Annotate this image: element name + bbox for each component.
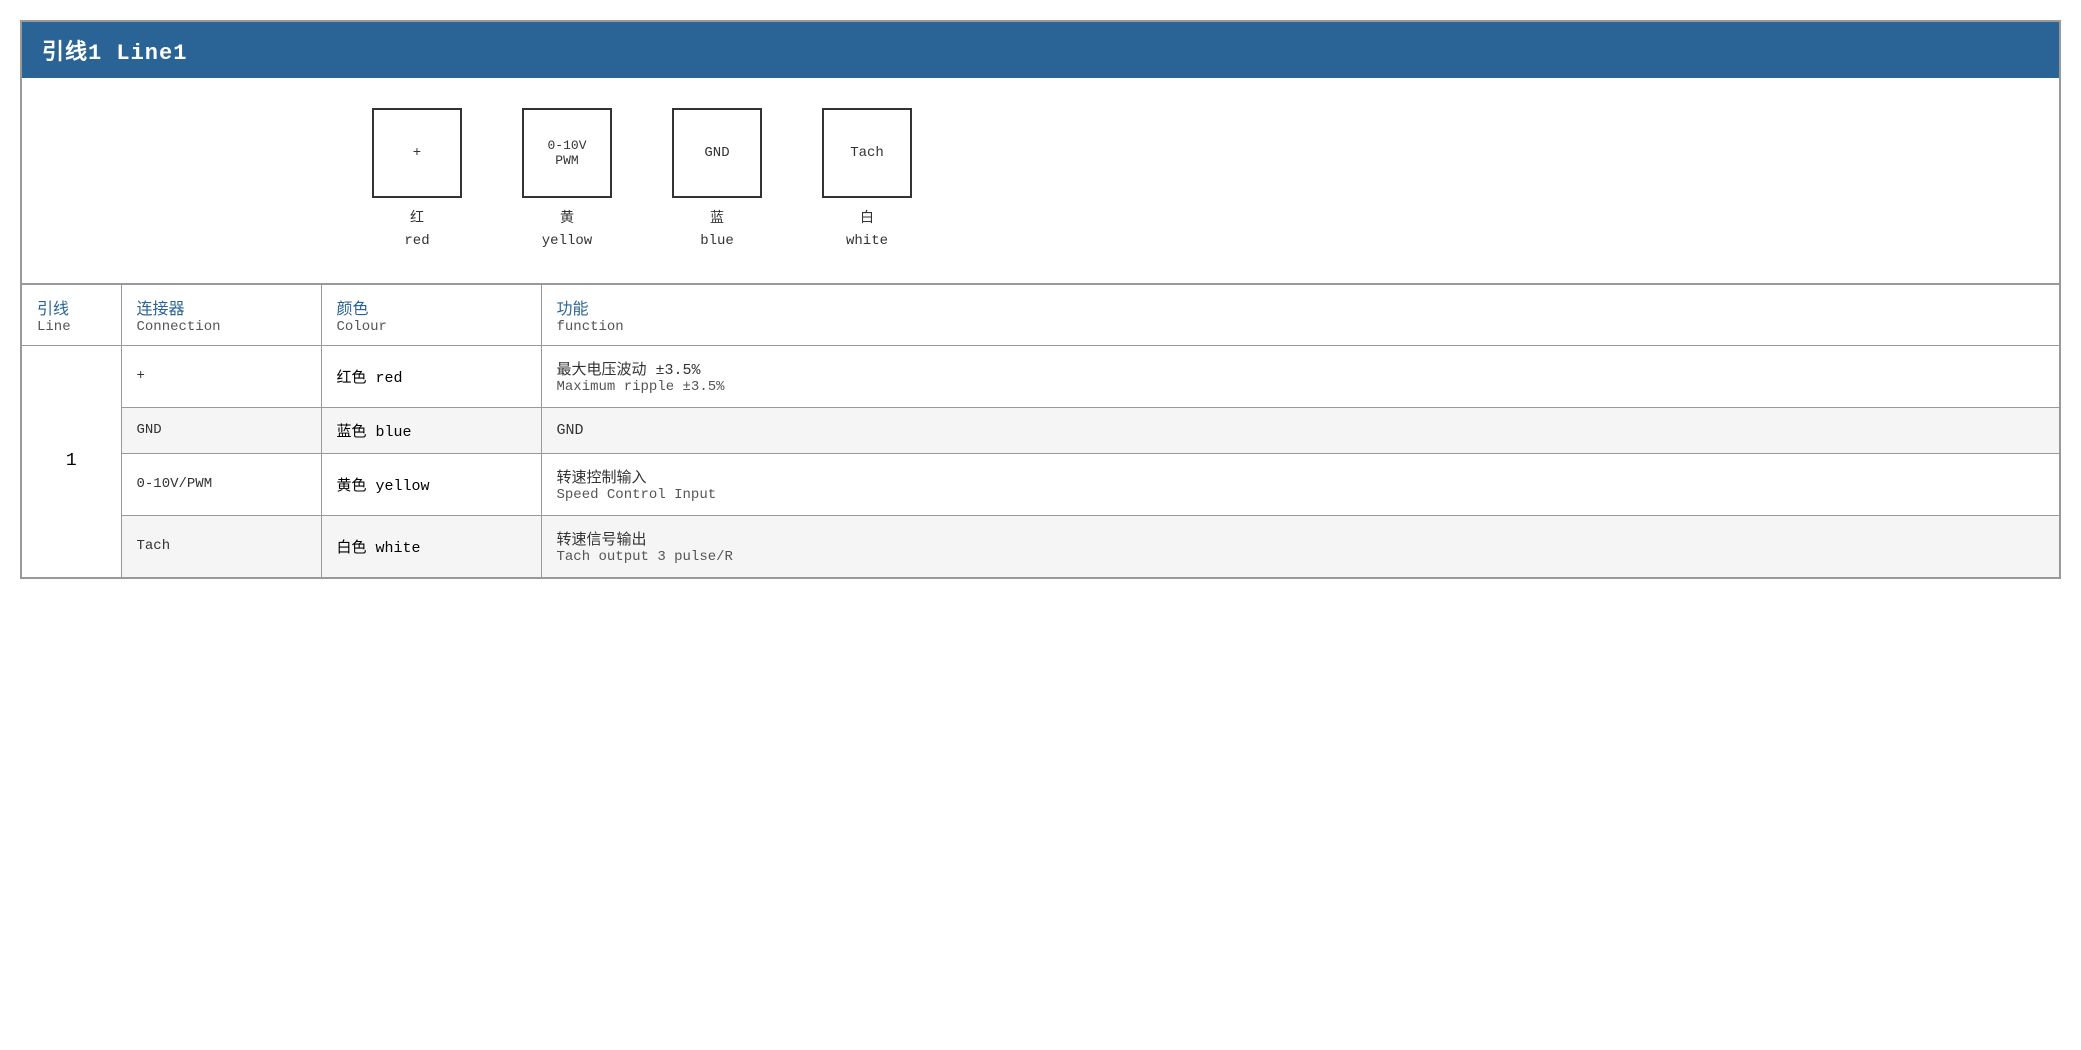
connector-box-gnd: GND [672,108,762,198]
header-row: 引线 Line 连接器 Connection 颜色 Colour 功能 func… [21,284,2060,346]
label-en-red: red [404,233,429,249]
label-zh-red: 红 [410,211,424,227]
data-row-3: 0-10V/PWM 黄色 yellow 转速控制输入 Speed Control… [21,453,2060,515]
line-number-1: 1 [21,345,121,578]
header-colour-zh: 颜色 [337,295,526,319]
diagram-cell: + 红 red 0-10VPWM 黄 yellow [21,78,2060,284]
main-table: 引线1 Line1 + 红 red 0-10VPWM [20,20,2061,579]
function-gnd-zh: GND [557,422,2045,439]
header-line-zh: 引线 [37,295,106,319]
label-zh-yellow: 黄 [560,211,574,227]
function-speed: 转速控制输入 Speed Control Input [541,453,2060,515]
header-connection-zh: 连接器 [137,295,306,319]
label-en-white: white [846,233,888,249]
function-speed-zh: 转速控制输入 [557,466,2045,487]
connector-box-pwm: 0-10VPWM [522,108,612,198]
data-row-4: Tach 白色 white 转速信号输出 Tach output 3 pulse… [21,515,2060,578]
header-line: 引线 Line [21,284,121,346]
page-wrapper: 引线1 Line1 + 红 red 0-10VPWM [0,0,2081,1050]
connector-box-tach: Tach [822,108,912,198]
diagram-row: + 红 red 0-10VPWM 黄 yellow [21,78,2060,284]
header-colour-en: Colour [337,319,526,335]
title-row: 引线1 Line1 [21,21,2060,78]
connector-gnd: GND 蓝 blue [672,108,762,253]
colour-white: 白色 white [321,515,541,578]
label-zh-white: 白 [860,211,874,227]
connector-label-gnd: 蓝 blue [700,208,734,253]
connection-plus: + [121,345,321,407]
header-function: 功能 function [541,284,2060,346]
header-colour: 颜色 Colour [321,284,541,346]
label-zh-blue: 蓝 [710,211,724,227]
function-tach-zh: 转速信号输出 [557,528,2045,549]
function-gnd: GND [541,407,2060,453]
connector-plus: + 红 red [372,108,462,253]
connector-label-tach: 白 white [846,208,888,253]
colour-yellow: 黄色 yellow [321,453,541,515]
function-tach-en: Tach output 3 pulse/R [557,549,2045,565]
data-row-2: GND 蓝色 blue GND [21,407,2060,453]
function-speed-en: Speed Control Input [557,487,2045,503]
header-connection: 连接器 Connection [121,284,321,346]
function-ripple-en: Maximum ripple ±3.5% [557,379,2045,395]
header-connection-en: Connection [137,319,306,335]
connection-tach: Tach [121,515,321,578]
page-title: 引线1 Line1 [42,41,187,66]
connection-gnd: GND [121,407,321,453]
connector-box-plus: + [372,108,462,198]
title-cell: 引线1 Line1 [21,21,2060,78]
diagram-container: + 红 red 0-10VPWM 黄 yellow [372,108,2039,253]
label-en-yellow: yellow [542,233,592,249]
data-row-1: 1 + 红色 red 最大电压波动 ±3.5% Maximum ripple ±… [21,345,2060,407]
connector-tach: Tach 白 white [822,108,912,253]
function-tach: 转速信号输出 Tach output 3 pulse/R [541,515,2060,578]
connector-label-pwm: 黄 yellow [542,208,592,253]
label-en-blue: blue [700,233,734,249]
function-ripple: 最大电压波动 ±3.5% Maximum ripple ±3.5% [541,345,2060,407]
header-function-zh: 功能 [557,295,2045,319]
colour-red: 红色 red [321,345,541,407]
header-line-en: Line [37,319,106,335]
connection-pwm: 0-10V/PWM [121,453,321,515]
function-ripple-zh: 最大电压波动 ±3.5% [557,358,2045,379]
connector-label-plus: 红 red [404,208,429,253]
header-function-en: function [557,319,2045,335]
colour-blue: 蓝色 blue [321,407,541,453]
connector-pwm: 0-10VPWM 黄 yellow [522,108,612,253]
